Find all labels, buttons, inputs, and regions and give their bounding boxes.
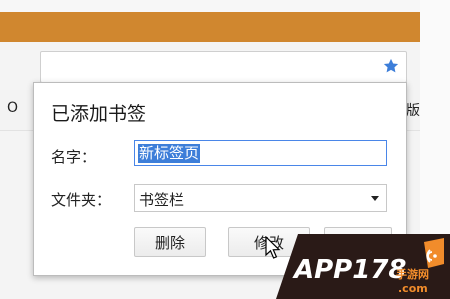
folder-select-value: 书签栏	[139, 191, 185, 209]
dialog-title: 已添加书签	[51, 103, 147, 125]
app178-watermark-logo: APP178 手游网 .com	[276, 234, 450, 299]
svg-text:手游网: 手游网	[396, 267, 429, 281]
delete-button[interactable]: 删除	[134, 227, 206, 257]
window-top-strip	[0, 0, 450, 12]
svg-text:.com: .com	[398, 282, 428, 295]
chevron-down-icon	[371, 196, 379, 201]
browser-header-bar	[0, 12, 420, 42]
bookmark-name-input[interactable]: 新标签页	[134, 140, 387, 166]
name-label: 名字：	[51, 148, 97, 166]
svg-text:APP178: APP178	[292, 255, 407, 285]
bookmark-item-partial-right[interactable]: 版	[406, 100, 420, 120]
folder-select[interactable]: 书签栏	[134, 184, 387, 212]
address-bar[interactable]	[40, 51, 407, 83]
folder-label: 文件夹：	[51, 191, 112, 209]
bookmark-item-partial[interactable]: O	[7, 100, 18, 116]
star-icon[interactable]	[382, 57, 400, 75]
bookmark-name-selected-text: 新标签页	[138, 144, 201, 163]
